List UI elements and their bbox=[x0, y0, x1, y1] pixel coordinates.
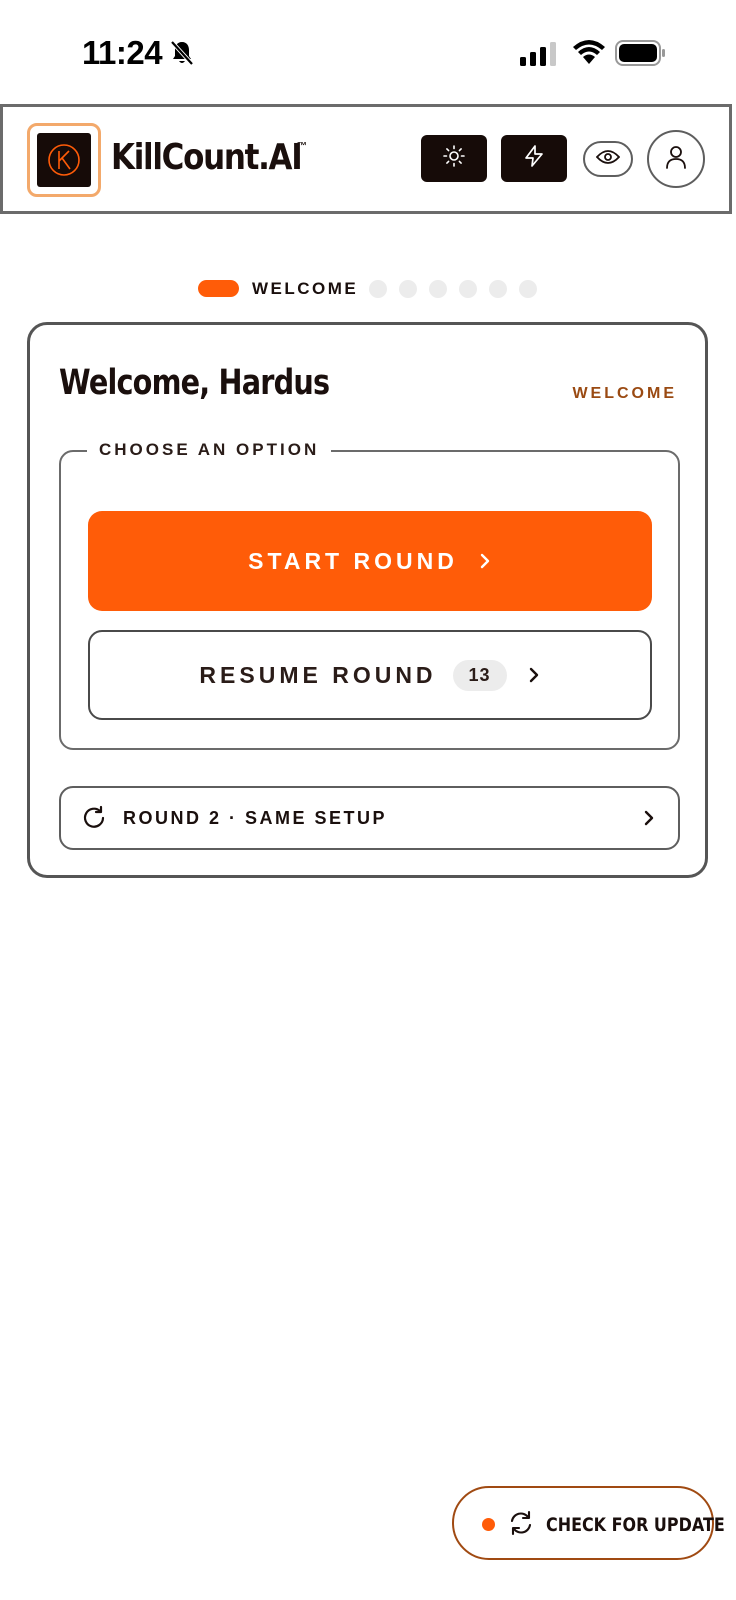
options-legend: CHOOSE AN OPTION bbox=[87, 440, 332, 460]
step-label: WELCOME bbox=[252, 279, 359, 298]
step-indicator bbox=[429, 280, 447, 298]
refresh-icon bbox=[81, 805, 107, 836]
check-for-update-label: CHECK FOR UPDATE bbox=[546, 1514, 725, 1536]
bell-slash-icon bbox=[170, 40, 194, 71]
resume-round-label: RESUME ROUND bbox=[199, 661, 437, 688]
round-2-label: ROUND 2 · SAME SETUP bbox=[123, 808, 388, 828]
eye-icon bbox=[595, 148, 621, 171]
check-for-update-button[interactable]: CHECK FOR UPDATE bbox=[452, 1486, 725, 1560]
bolt-icon bbox=[522, 144, 546, 173]
step-indicator bbox=[519, 280, 537, 298]
step-indicator bbox=[369, 280, 387, 298]
sun-icon bbox=[442, 144, 466, 173]
cellular-signal-icon bbox=[520, 42, 558, 71]
update-status-dot bbox=[482, 1518, 495, 1531]
app-header: KillCount.AI ™ bbox=[0, 104, 732, 214]
section-tag: WELCOME bbox=[572, 385, 677, 402]
resume-round-button[interactable]: RESUME ROUND 13 bbox=[88, 630, 652, 720]
power-mode-button[interactable] bbox=[501, 135, 567, 182]
battery-icon bbox=[615, 40, 667, 71]
logo-mark bbox=[37, 133, 91, 187]
visibility-toggle-button[interactable] bbox=[583, 141, 633, 177]
chevron-right-icon bbox=[642, 807, 656, 834]
step-indicator-active bbox=[198, 280, 239, 297]
chevron-right-icon bbox=[527, 665, 541, 685]
app-logo[interactable] bbox=[27, 123, 101, 197]
status-time: 11:24 bbox=[82, 34, 163, 71]
wifi-icon bbox=[572, 39, 606, 70]
user-icon bbox=[664, 144, 688, 175]
trademark: ™ bbox=[297, 141, 307, 152]
options-group: CHOOSE AN OPTION START ROUND RESUME ROUN… bbox=[59, 440, 680, 750]
step-indicator bbox=[489, 280, 507, 298]
resume-count-badge: 13 bbox=[452, 659, 507, 691]
profile-button[interactable] bbox=[647, 130, 705, 188]
welcome-title: Welcome, Hardus bbox=[59, 363, 330, 403]
sync-icon bbox=[508, 1510, 534, 1541]
theme-toggle-button[interactable] bbox=[421, 135, 487, 182]
start-round-label: START ROUND bbox=[248, 547, 458, 574]
status-bar: 11:24 bbox=[0, 0, 736, 104]
start-round-button[interactable]: START ROUND bbox=[88, 511, 652, 611]
step-indicator bbox=[459, 280, 477, 298]
welcome-card: Welcome, Hardus WELCOME CHOOSE AN OPTION… bbox=[27, 322, 708, 878]
progress-stepper: WELCOME bbox=[0, 276, 736, 302]
chevron-right-icon bbox=[478, 551, 492, 571]
step-indicator bbox=[399, 280, 417, 298]
brand-name: KillCount.AI bbox=[111, 137, 303, 178]
round-2-same-setup-button[interactable]: ROUND 2 · SAME SETUP bbox=[59, 786, 680, 850]
